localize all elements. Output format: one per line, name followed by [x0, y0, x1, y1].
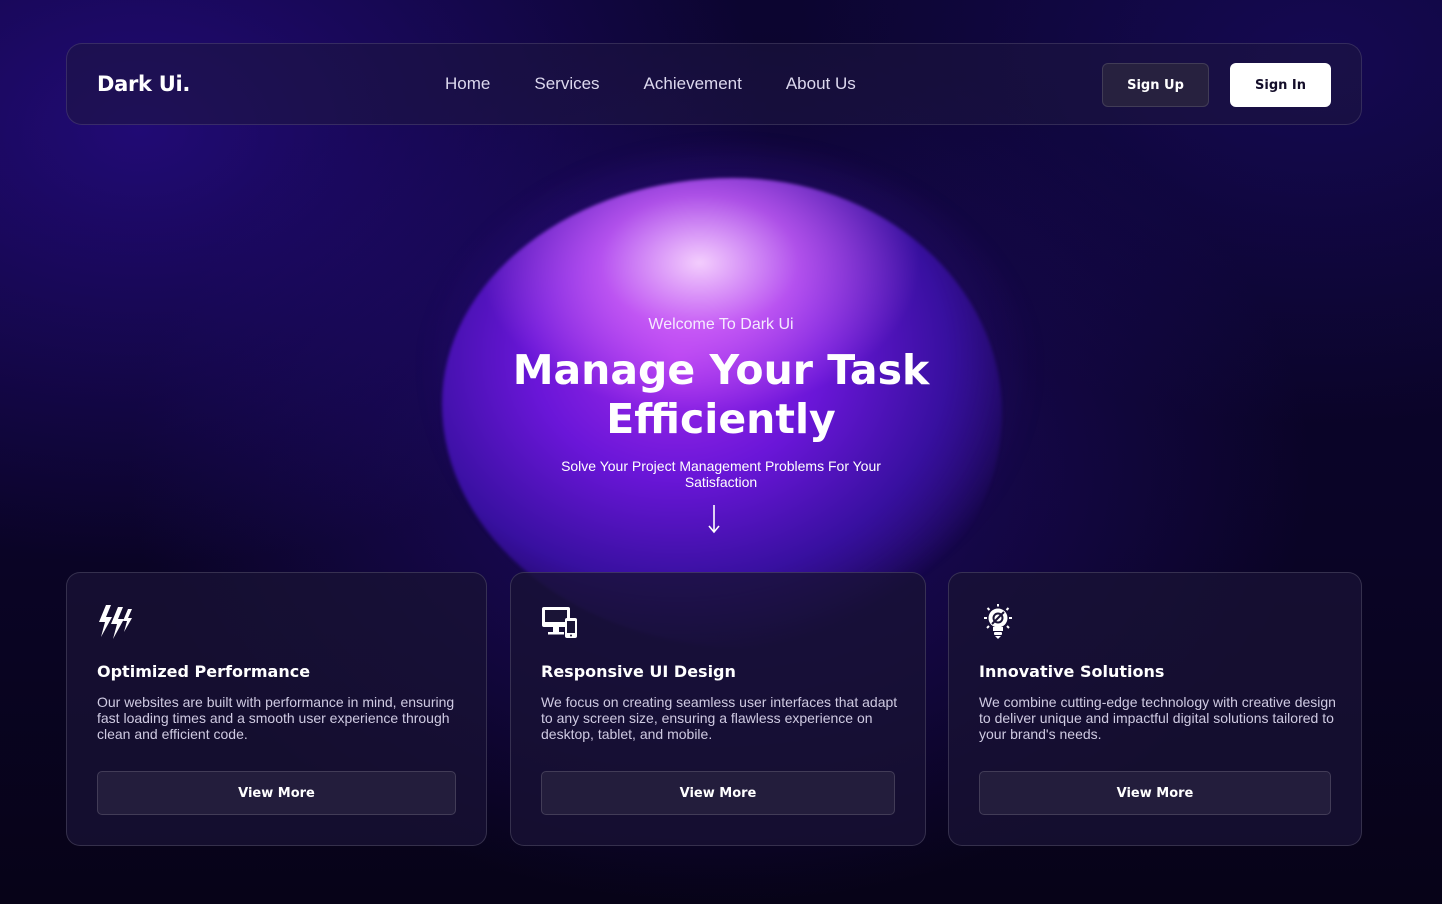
- nav-link-about-us[interactable]: About Us: [786, 74, 856, 94]
- feature-card-innovative: Innovative Solutions We combine cutting-…: [948, 572, 1362, 846]
- lightbulb-icon: [984, 604, 1012, 639]
- nav-link-home[interactable]: Home: [445, 74, 490, 94]
- hero-kicker: Welcome To Dark Ui: [648, 316, 794, 333]
- lightning-icon: [99, 605, 132, 639]
- feature-card-performance: Optimized Performance Our websites are b…: [66, 572, 487, 846]
- nav-link-achievement[interactable]: Achievement: [644, 74, 742, 94]
- view-more-button[interactable]: View More: [979, 771, 1331, 815]
- card-description: We combine cutting-edge technology with …: [979, 694, 1336, 742]
- view-more-button[interactable]: View More: [97, 771, 456, 815]
- hero-subtitle: Solve Your Project Management Problems F…: [561, 458, 881, 490]
- devices-icon: [542, 607, 577, 638]
- navbar: Dark Ui. Home Services Achievement About…: [66, 43, 1362, 125]
- brand-logo[interactable]: Dark Ui.: [97, 72, 190, 96]
- card-description: We focus on creating seamless user inter…: [541, 694, 898, 742]
- card-title: Innovative Solutions: [979, 662, 1165, 681]
- card-title: Optimized Performance: [97, 662, 311, 681]
- hero-title: Manage Your Task Efficiently: [512, 346, 930, 443]
- card-description: Our websites are built with performance …: [97, 694, 455, 742]
- nav-links: Home Services Achievement About Us: [445, 74, 900, 94]
- sign-in-button[interactable]: Sign In: [1230, 63, 1331, 107]
- view-more-button[interactable]: View More: [541, 771, 895, 815]
- sign-up-button[interactable]: Sign Up: [1102, 63, 1209, 107]
- card-title: Responsive UI Design: [541, 662, 736, 681]
- nav-link-services[interactable]: Services: [534, 74, 599, 94]
- arrow-down-icon[interactable]: [706, 504, 722, 534]
- feature-card-responsive: Responsive UI Design We focus on creatin…: [510, 572, 926, 846]
